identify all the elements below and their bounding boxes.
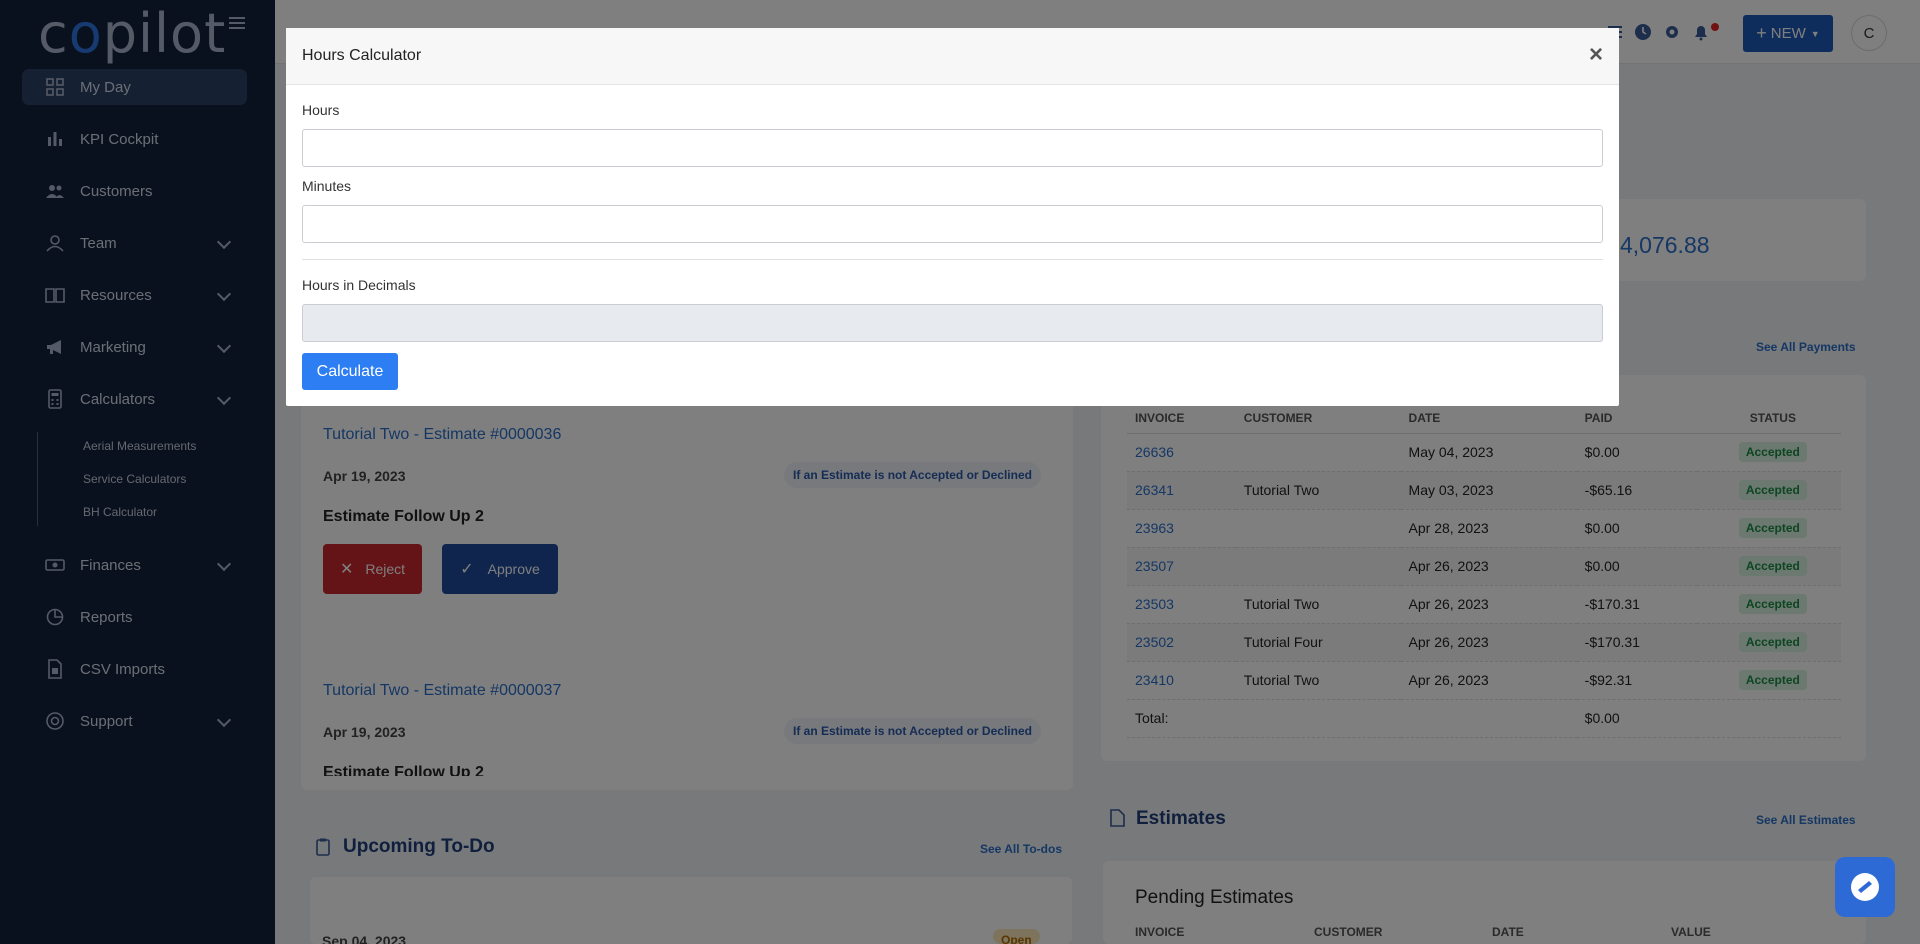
chat-icon xyxy=(1851,873,1879,901)
hours-input[interactable] xyxy=(302,129,1603,167)
form-divider xyxy=(302,259,1603,260)
minutes-label: Minutes xyxy=(302,178,352,194)
minutes-input[interactable] xyxy=(302,205,1603,243)
modal-header: Hours Calculator xyxy=(286,28,1619,85)
hours-calculator-modal: Hours Calculator × Hours Minutes Hours i… xyxy=(286,28,1619,406)
chat-button[interactable] xyxy=(1835,857,1895,917)
hours-in-decimals-label: Hours in Decimals xyxy=(302,277,416,293)
close-icon[interactable]: × xyxy=(1589,41,1603,69)
calculate-button[interactable]: Calculate xyxy=(302,353,398,390)
modal-title: Hours Calculator xyxy=(302,47,422,64)
hours-in-decimals-output xyxy=(302,304,1603,342)
hours-label: Hours xyxy=(302,102,340,118)
